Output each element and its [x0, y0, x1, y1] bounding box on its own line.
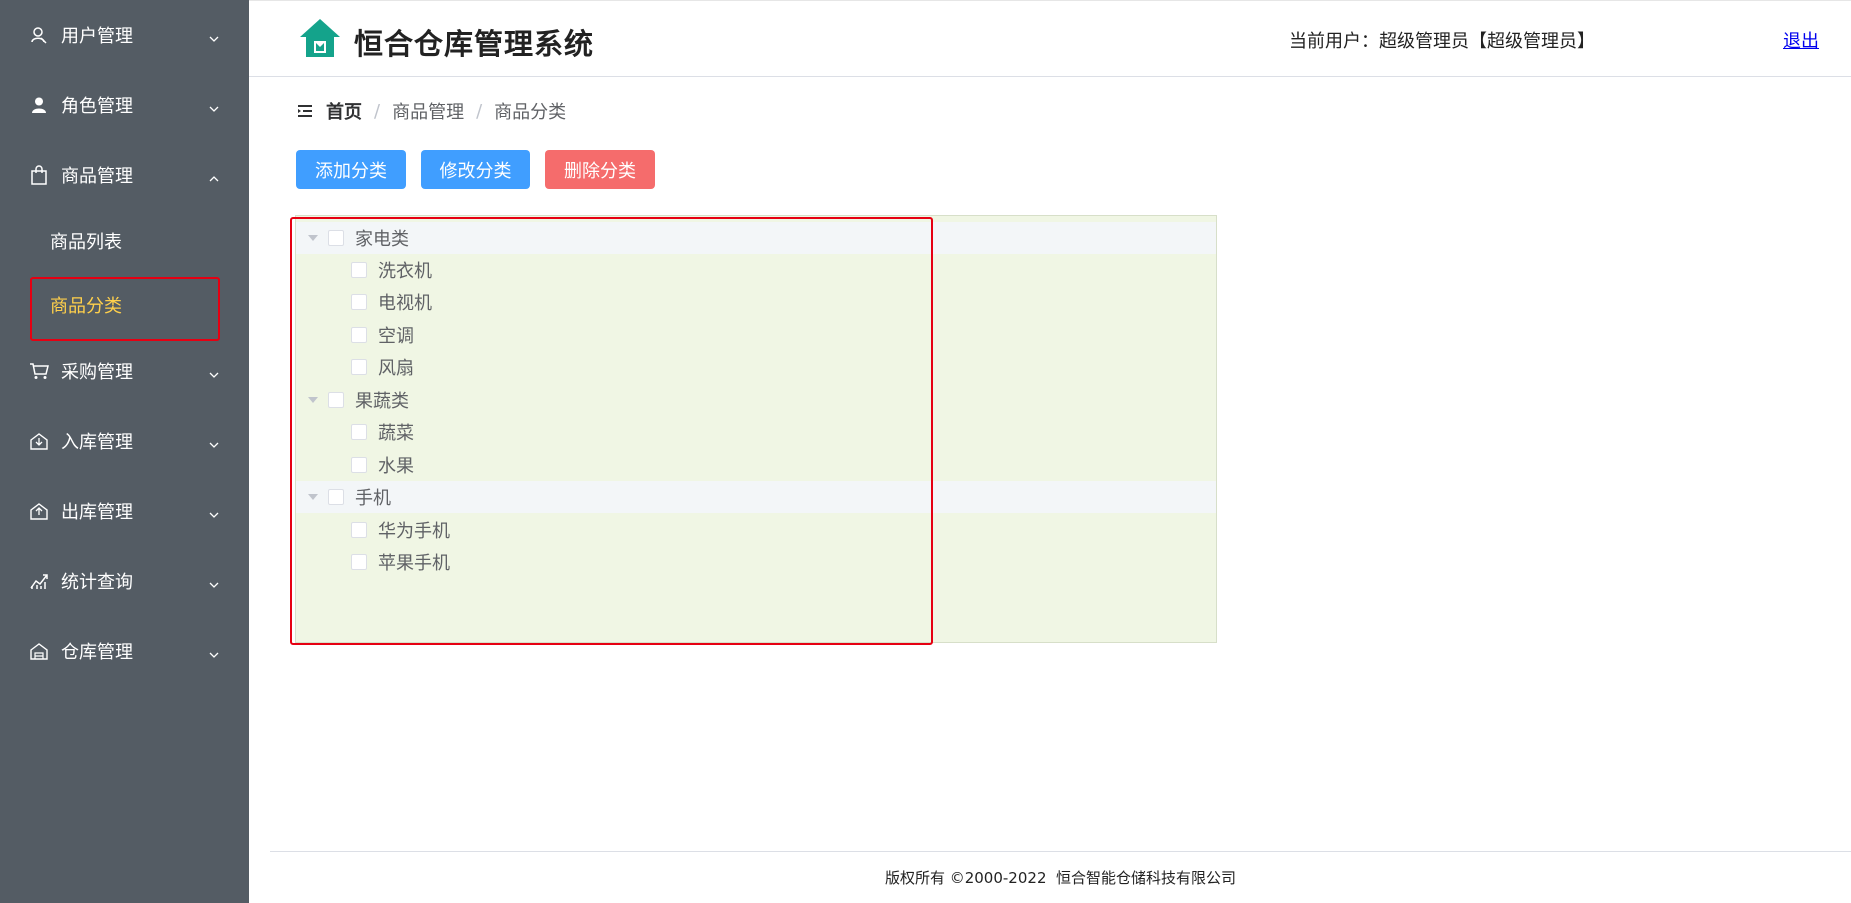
tree-node-child[interactable]: 水果 — [296, 449, 1216, 481]
tree-node-child[interactable]: 蔬菜 — [296, 416, 1216, 448]
tree-node-label: 风扇 — [378, 358, 414, 379]
tree-node-label: 华为手机 — [378, 521, 450, 542]
breadcrumb-item-current: 商品分类 — [494, 102, 567, 123]
menu-fold-icon[interactable] — [297, 103, 313, 119]
breadcrumb-separator: / — [374, 100, 381, 122]
tree-checkbox[interactable] — [351, 424, 367, 440]
tree-checkbox[interactable] — [351, 262, 367, 278]
delete-category-button[interactable]: 删除分类 — [545, 150, 655, 189]
shopping-bag-icon — [29, 165, 49, 185]
breadcrumb: 首页 / 商品管理 / 商品分类 — [326, 98, 566, 124]
sidebar-item-stock-out-management[interactable]: 出库管理 — [0, 476, 249, 546]
footer-divider — [270, 851, 1851, 852]
breadcrumb-home[interactable]: 首页 — [326, 98, 362, 124]
tree-node-child[interactable]: 华为手机 — [296, 514, 1216, 546]
tree-checkbox[interactable] — [351, 294, 367, 310]
caret-down-icon[interactable] — [308, 494, 318, 500]
chevron-down-icon — [208, 29, 220, 42]
tree-checkbox[interactable] — [328, 230, 344, 246]
tree-node-label: 蔬菜 — [378, 423, 414, 444]
tree-node-label: 苹果手机 — [378, 553, 450, 574]
role-person-icon — [29, 95, 49, 115]
sidebar-item-label: 仓库管理 — [61, 642, 133, 663]
tree-node-child[interactable]: 洗衣机 — [296, 254, 1216, 286]
tree-checkbox[interactable] — [328, 489, 344, 505]
header: 恒合仓库管理系统 当前用户：超级管理员【超级管理员】 退出 — [249, 0, 1851, 77]
footer-copyright: 版权所有 ©2000-2022 恒合智能仓储科技有限公司 — [884, 869, 1237, 887]
active-item-highlight-box — [30, 277, 220, 341]
tree-node-label: 手机 — [355, 488, 391, 509]
sidebar-item-goods-management[interactable]: 商品管理 — [0, 140, 249, 210]
breadcrumb-item: 商品管理 — [392, 102, 465, 123]
tree-node-label: 电视机 — [378, 293, 432, 314]
sidebar-item-user-management[interactable]: 用户管理 — [0, 0, 249, 70]
warehouse-logo-icon — [298, 17, 342, 59]
sidebar-item-label: 采购管理 — [61, 362, 133, 383]
chevron-down-icon — [208, 365, 220, 378]
logout-link[interactable]: 退出 — [1783, 27, 1819, 53]
sidebar-item-label: 商品管理 — [61, 166, 133, 187]
sidebar-item-purchase-management[interactable]: 采购管理 — [0, 336, 249, 406]
tree-checkbox[interactable] — [351, 457, 367, 473]
sidebar-item-label: 用户管理 — [61, 26, 133, 47]
tree-checkbox[interactable] — [351, 327, 367, 343]
chevron-down-icon — [208, 505, 220, 518]
sidebar-item-stock-in-management[interactable]: 入库管理 — [0, 406, 249, 476]
stock-in-icon — [29, 431, 49, 451]
tree-checkbox[interactable] — [351, 554, 367, 570]
edit-category-button[interactable]: 修改分类 — [421, 150, 530, 189]
tree-node[interactable]: 果蔬类 — [296, 384, 1216, 416]
tree-node-label: 空调 — [378, 326, 414, 347]
tree-node-child[interactable]: 苹果手机 — [296, 546, 1216, 578]
tree-node[interactable]: 手机 — [296, 481, 1216, 513]
sidebar-item-label: 统计查询 — [61, 572, 133, 593]
tree-node[interactable]: 家电类 — [296, 222, 1216, 254]
category-tree: 家电类 洗衣机 电视机 空调 风扇 果蔬类 蔬菜 水果 手机 华为手机 苹果手机 — [295, 215, 1217, 643]
cart-icon — [29, 361, 49, 381]
caret-down-icon[interactable] — [308, 397, 318, 403]
sidebar-item-warehouse-management[interactable]: 仓库管理 — [0, 616, 249, 686]
sidebar-item-label: 出库管理 — [61, 502, 133, 523]
sidebar: 用户管理 角色管理 商品管理 商品列表 商品分类 采购管理 入库管理 出库管理 … — [0, 0, 249, 903]
warehouse-icon — [29, 641, 49, 661]
tree-checkbox[interactable] — [351, 522, 367, 538]
chevron-up-icon — [208, 169, 220, 182]
tree-node-label: 水果 — [378, 456, 414, 477]
sidebar-subitem-goods-list[interactable]: 商品列表 — [0, 211, 249, 271]
tree-node-child[interactable]: 空调 — [296, 319, 1216, 351]
tree-node-label: 洗衣机 — [378, 261, 432, 282]
tree-checkbox[interactable] — [328, 392, 344, 408]
chevron-down-icon — [208, 645, 220, 658]
trend-chart-icon — [29, 571, 49, 591]
tree-node-child[interactable]: 电视机 — [296, 286, 1216, 318]
tree-checkbox[interactable] — [351, 359, 367, 375]
sidebar-item-role-management[interactable]: 角色管理 — [0, 70, 249, 140]
system-title: 恒合仓库管理系统 — [354, 27, 595, 61]
sidebar-item-label: 入库管理 — [61, 432, 133, 453]
current-user-info: 当前用户：超级管理员【超级管理员】 — [1289, 31, 1595, 52]
tree-node-label: 家电类 — [355, 229, 409, 250]
chevron-down-icon — [208, 435, 220, 448]
breadcrumb-separator: / — [476, 100, 483, 122]
add-category-button[interactable]: 添加分类 — [296, 150, 406, 189]
stock-out-icon — [29, 501, 49, 521]
user-outline-icon — [29, 25, 49, 45]
sidebar-item-statistics-query[interactable]: 统计查询 — [0, 546, 249, 616]
caret-down-icon[interactable] — [308, 235, 318, 241]
chevron-down-icon — [208, 99, 220, 112]
chevron-down-icon — [208, 575, 220, 588]
sidebar-subitem-label: 商品列表 — [50, 232, 122, 253]
sidebar-item-label: 角色管理 — [61, 96, 133, 117]
tree-node-child[interactable]: 风扇 — [296, 351, 1216, 383]
tree-node-label: 果蔬类 — [355, 391, 409, 412]
